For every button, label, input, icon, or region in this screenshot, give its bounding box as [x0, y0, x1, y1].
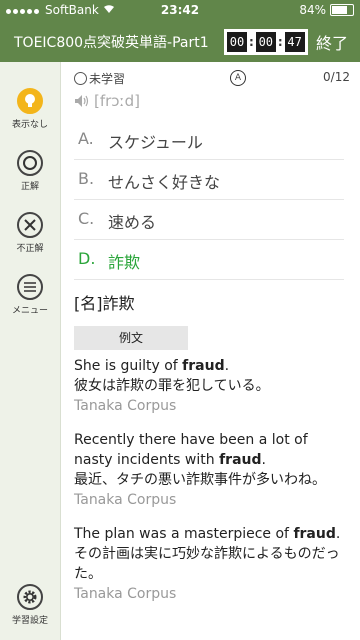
choice-a[interactable]: A. スケジュール	[74, 120, 344, 160]
speaker-icon	[74, 94, 90, 112]
level-badge: A	[230, 70, 246, 86]
settings-button[interactable]: 学習設定	[0, 584, 60, 626]
example-source: Tanaka Corpus	[74, 492, 177, 508]
example-sentence: The plan was a masterpiece of fraud. その計…	[74, 524, 350, 604]
quiz-status-bar: 未学習 A 0/12	[74, 70, 350, 86]
circle-icon	[17, 150, 43, 176]
timer-minutes: 00	[255, 32, 276, 52]
circle-icon	[74, 72, 87, 85]
example-sentence: She is guilty of fraud. 彼女は詐欺の罪を犯している。 T…	[74, 356, 350, 416]
sidebar-item-label: 正解	[20, 182, 39, 192]
sidebar-item-label: メニュー	[11, 306, 48, 316]
lightbulb-icon	[17, 88, 43, 114]
end-button[interactable]: 終了	[316, 30, 348, 54]
pronunciation-text: [frɔːd]	[94, 92, 140, 110]
word-meaning: [名]詐欺	[74, 294, 135, 313]
menu-icon	[17, 274, 43, 300]
battery-icon	[330, 4, 354, 16]
status-bar: SoftBank 23:42 84%	[0, 0, 360, 20]
x-icon	[17, 212, 43, 238]
sidebar-item-label: 不正解	[16, 244, 44, 254]
sidebar: 表示なし 正解 不正解 メニュー 学習設定	[0, 62, 61, 640]
hint-button[interactable]: 表示なし	[0, 88, 60, 130]
example-translation: 彼女は詐欺の罪を犯している。	[74, 378, 270, 394]
page-title: TOEIC800点突破英単語-Part1	[14, 35, 209, 51]
example-translation: その計画は実に巧妙な詐欺によるものだった。	[74, 546, 340, 582]
quiz-content: 未学習 A 0/12 [frɔːd] A. スケジュール B. せんさく好きな …	[60, 62, 360, 640]
sidebar-item-label: 表示なし	[11, 120, 48, 130]
correct-button[interactable]: 正解	[0, 150, 60, 192]
study-status: 未学習	[89, 72, 126, 86]
example-sentence: Recently there have been a lot of nasty …	[74, 430, 350, 510]
examples-header: 例文	[74, 326, 188, 350]
battery-percent: 84%	[299, 3, 326, 17]
choice-b[interactable]: B. せんさく好きな	[74, 160, 344, 200]
gear-icon	[17, 584, 43, 610]
incorrect-button[interactable]: 不正解	[0, 212, 60, 254]
choice-d[interactable]: D. 詐欺	[74, 240, 344, 280]
example-source: Tanaka Corpus	[74, 586, 177, 602]
choice-c[interactable]: C. 速める	[74, 200, 344, 240]
timer-seconds: 47	[284, 32, 305, 52]
timer-hours: 00	[227, 32, 247, 52]
progress-counter: 0/12	[323, 70, 350, 84]
menu-button[interactable]: メニュー	[0, 274, 60, 316]
elapsed-timer: 00 : 00 : 47	[224, 29, 308, 55]
example-source: Tanaka Corpus	[74, 398, 177, 414]
app-header: TOEIC800点突破英単語-Part1 00 : 00 : 47 終了	[0, 20, 360, 62]
example-translation: 最近、タチの悪い詐欺事件が多いわね。	[74, 472, 326, 488]
settings-label: 学習設定	[11, 616, 48, 626]
pronunciation[interactable]: [frɔːd]	[74, 92, 140, 112]
